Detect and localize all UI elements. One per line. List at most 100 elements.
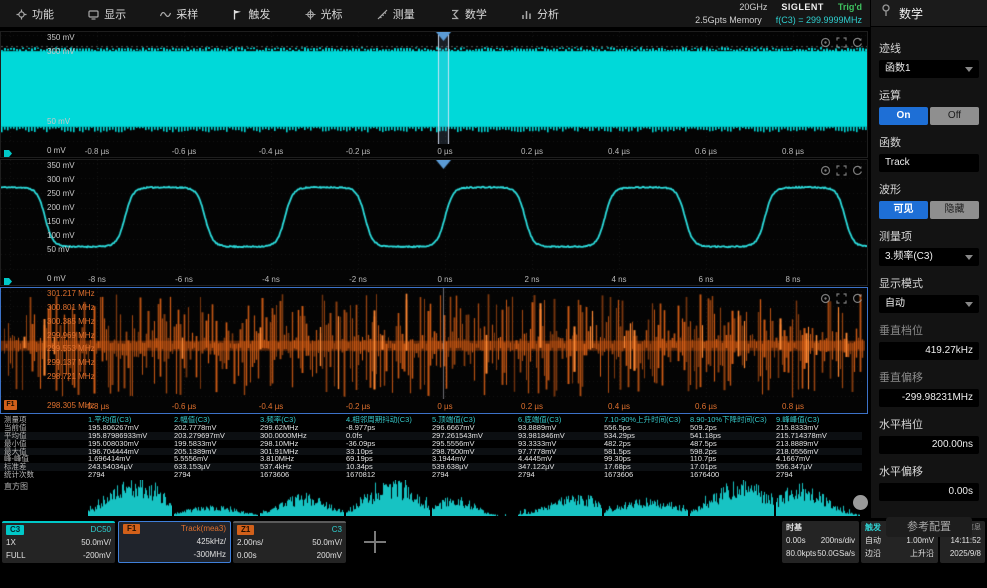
- brand-logo: SIGLENT: [781, 2, 824, 12]
- plot-main-c3[interactable]: 350 mV 300 mV 50 mV 0 mV -0.8 µs -0.6 µs -0.4 …: [0, 31, 868, 158]
- f1-trace-badge[interactable]: F1: [4, 400, 17, 410]
- snapshot-icon[interactable]: [820, 163, 831, 176]
- waveform-canvas-f1[interactable]: [1, 288, 865, 399]
- table-cell: 482.2ps: [604, 439, 631, 448]
- header-status-cluster: 20GHz SIGLENT Trig'd 2.5Gpts Memory f(C3…: [622, 1, 862, 27]
- channel-box-c3[interactable]: C3 DC50 1X 50.0mV/ FULL -200mV: [2, 521, 115, 563]
- y-axis-label: 200 mV: [47, 203, 75, 212]
- measure-icon: [377, 9, 388, 20]
- operation-off-button[interactable]: Off: [930, 107, 979, 125]
- expand-icon[interactable]: [836, 163, 847, 176]
- table-cell: 93.8889mV: [518, 423, 557, 432]
- plot1-corner-icons: [820, 35, 863, 48]
- gear-icon: [16, 9, 27, 20]
- table-cell: -36.09ps: [346, 439, 376, 448]
- x-axis-label: 0.8 µs: [782, 147, 804, 156]
- table-cell: 301.91MHz: [260, 447, 346, 456]
- chevron-down-icon: [965, 255, 973, 260]
- menu-item-8[interactable]: 分析: [515, 4, 565, 24]
- menu-item-4[interactable]: 触发: [226, 4, 276, 24]
- chevron-down-icon: [965, 302, 973, 307]
- x-axis-label: 2 ns: [524, 275, 540, 284]
- c3-ground-marker[interactable]: [3, 145, 13, 163]
- table-cell: 537.4kHz: [260, 463, 346, 472]
- menu-item-5[interactable]: 光标: [299, 4, 349, 24]
- y-axis-label: 299.137 MHz: [47, 358, 95, 367]
- restore-icon[interactable]: [852, 163, 863, 175]
- menu-item-label: 光标: [320, 9, 343, 21]
- add-trace-icon[interactable]: [358, 529, 394, 555]
- histogram-thumbnail: [776, 480, 860, 516]
- measure-item-select[interactable]: 3.频率(C3): [879, 248, 979, 266]
- table-cell: 196.704444mV: [88, 447, 174, 456]
- memory-readout: 2.5Gpts Memory: [695, 15, 762, 25]
- waveform-canvas-zoom[interactable]: [1, 160, 867, 272]
- menu-item-7[interactable]: 数学: [443, 4, 493, 24]
- channel-box-z1[interactable]: Z1 C3 2.00ns/50.0mV/ 0.00s 200mV: [233, 521, 346, 563]
- waveform-hidden-button[interactable]: 隐藏: [930, 201, 979, 219]
- menu-item-3[interactable]: 采样: [154, 4, 204, 24]
- f1-scale: 425kHz/: [196, 537, 226, 546]
- channel-box-f1[interactable]: F1 Track(mea3) 425kHz/ -300MHz: [118, 521, 231, 563]
- table-cell: 2794: [518, 471, 535, 480]
- x-axis-label: -8 ns: [88, 275, 106, 284]
- x-axis-label: 0.4 µs: [608, 147, 630, 156]
- table-cell: 2794: [432, 471, 449, 480]
- table-cell: 633.153µV: [174, 463, 260, 472]
- plot-zoom-z1[interactable]: 350 mV 300 mV 250 mV 200 mV 150 mV 100 mV 50 m…: [0, 159, 868, 286]
- x-axis-label: -0.2 µs: [345, 402, 371, 411]
- snapshot-icon[interactable]: [820, 35, 831, 48]
- reference-config-button[interactable]: 参考配置: [886, 517, 972, 537]
- clock-date: 2025/9/8: [949, 549, 981, 558]
- restore-icon[interactable]: [852, 35, 863, 47]
- menu-item-1[interactable]: 功能: [10, 4, 60, 24]
- menu-item-2[interactable]: 显示: [82, 4, 132, 24]
- function-field[interactable]: Track: [879, 154, 979, 172]
- display-mode-select[interactable]: 自动: [879, 295, 979, 313]
- timebase-box[interactable]: 时基 0.00s 200ns/div 80.0kpts 50.0GSa/s: [782, 521, 859, 563]
- function-label: 函数: [879, 137, 901, 149]
- expand-icon[interactable]: [836, 291, 847, 304]
- plot-math-f1[interactable]: F1 301.217 MHz 300.801 MHz 300.385 MHz 299.…: [0, 287, 868, 414]
- menu-item-label: 数学: [464, 9, 487, 21]
- scroll-handle[interactable]: [853, 495, 868, 510]
- acquire-icon: [160, 9, 172, 20]
- y-axis-label: 299.969 MHz: [47, 331, 95, 340]
- y-axis-label: 299.553 MHz: [47, 344, 95, 353]
- x-axis-label: -6 ns: [175, 275, 193, 284]
- f1-badge: F1: [123, 523, 141, 534]
- trace-select[interactable]: 函数1: [879, 60, 979, 78]
- table-cell: 69.19ps: [346, 455, 373, 464]
- table-cell: 299.62MHz: [260, 423, 299, 432]
- operation-on-button[interactable]: On: [879, 107, 928, 125]
- waveform-visible-button[interactable]: 可见: [879, 201, 928, 219]
- pin-icon[interactable]: [881, 4, 891, 22]
- table-cell: 297.261543mV: [432, 431, 518, 440]
- table-column-header: 2.幅值(C3): [174, 416, 210, 424]
- y-axis-label: 300.385 MHz: [47, 317, 95, 326]
- expand-icon[interactable]: [836, 35, 847, 48]
- z1-badge: Z1: [237, 524, 255, 535]
- table-cell: 97.7778mV: [518, 447, 604, 456]
- table-cell: 4.1667mV: [776, 455, 811, 464]
- histogram-thumbnail: [518, 480, 602, 516]
- z1-ground-marker[interactable]: [3, 273, 13, 291]
- table-cell: 1670812: [346, 471, 376, 480]
- waveform-label: 波形: [879, 184, 901, 196]
- snapshot-icon[interactable]: [820, 291, 831, 304]
- restore-icon[interactable]: [852, 291, 863, 303]
- z1-hoffset: 0.00s: [237, 551, 257, 560]
- table-cell: 205.1389mV: [174, 447, 260, 456]
- hscale-field[interactable]: 200.00ns: [879, 436, 979, 454]
- trigger-status: Trig'd: [837, 2, 862, 12]
- timebase-offset: 0.00s: [786, 536, 806, 545]
- menu-item-6[interactable]: 测量: [371, 4, 421, 24]
- table-cell: 556.5ps: [604, 423, 631, 432]
- table-column-header: 1.平均值(C3): [88, 416, 132, 424]
- voffset-field: -299.98231MHz: [879, 389, 979, 407]
- waveform-canvas-c3[interactable]: [1, 32, 867, 144]
- hoffset-field[interactable]: 0.00s: [879, 483, 979, 501]
- sidebar-header[interactable]: 数学: [871, 0, 987, 27]
- y-axis-label: 300 mV: [47, 47, 75, 56]
- y-axis-label: 50 mV: [47, 117, 71, 126]
